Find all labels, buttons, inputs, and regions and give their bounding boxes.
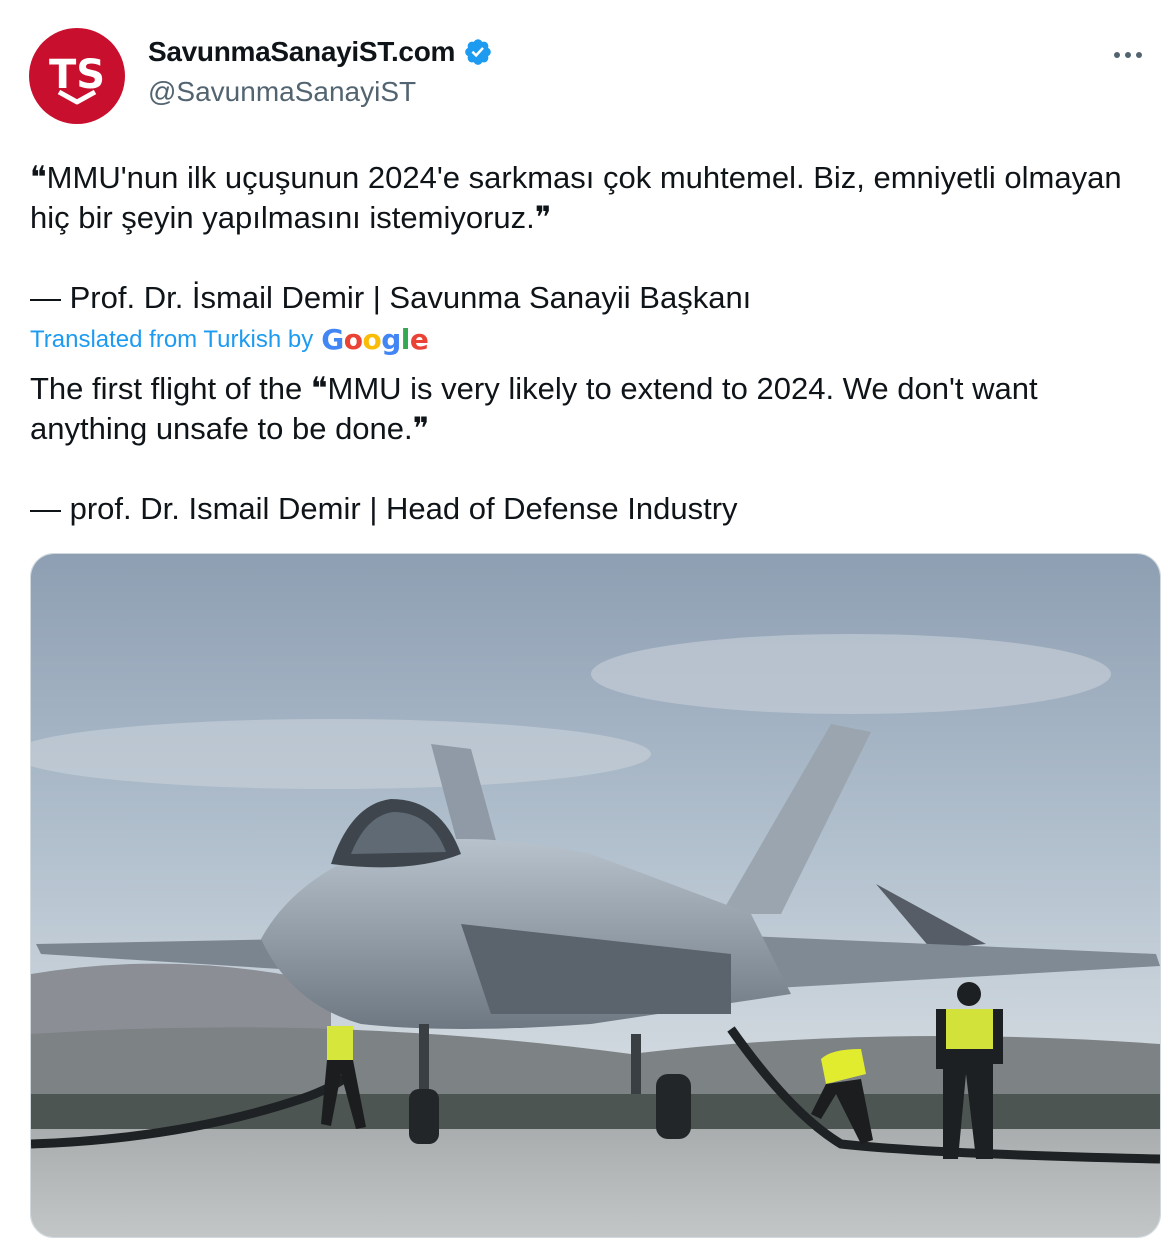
author-handle[interactable]: @SavunmaSanayiST xyxy=(148,76,416,108)
ts-shield-logo-icon: TS xyxy=(49,52,105,105)
google-logo-icon: Google xyxy=(321,323,429,356)
tweet-original-text: ❝MMU'nun ilk uçuşunun 2024'e sarkması ço… xyxy=(30,160,1122,315)
author-display-name[interactable]: SavunmaSanayiST.com xyxy=(148,36,455,68)
svg-text:TS: TS xyxy=(49,52,105,98)
tweet-media-photo[interactable] xyxy=(30,553,1161,1238)
translation-attribution: Translated from Turkish by Google xyxy=(30,323,429,356)
fighter-jet-photo-icon xyxy=(31,554,1160,1237)
verified-badge-icon[interactable] xyxy=(463,37,493,67)
tweet-translated-text: The first flight of the ❝MMU is very lik… xyxy=(30,371,1038,526)
more-options-icon[interactable] xyxy=(1108,40,1148,70)
author-avatar[interactable]: TS xyxy=(29,28,125,124)
translation-label[interactable]: Translated from Turkish by xyxy=(30,326,313,354)
